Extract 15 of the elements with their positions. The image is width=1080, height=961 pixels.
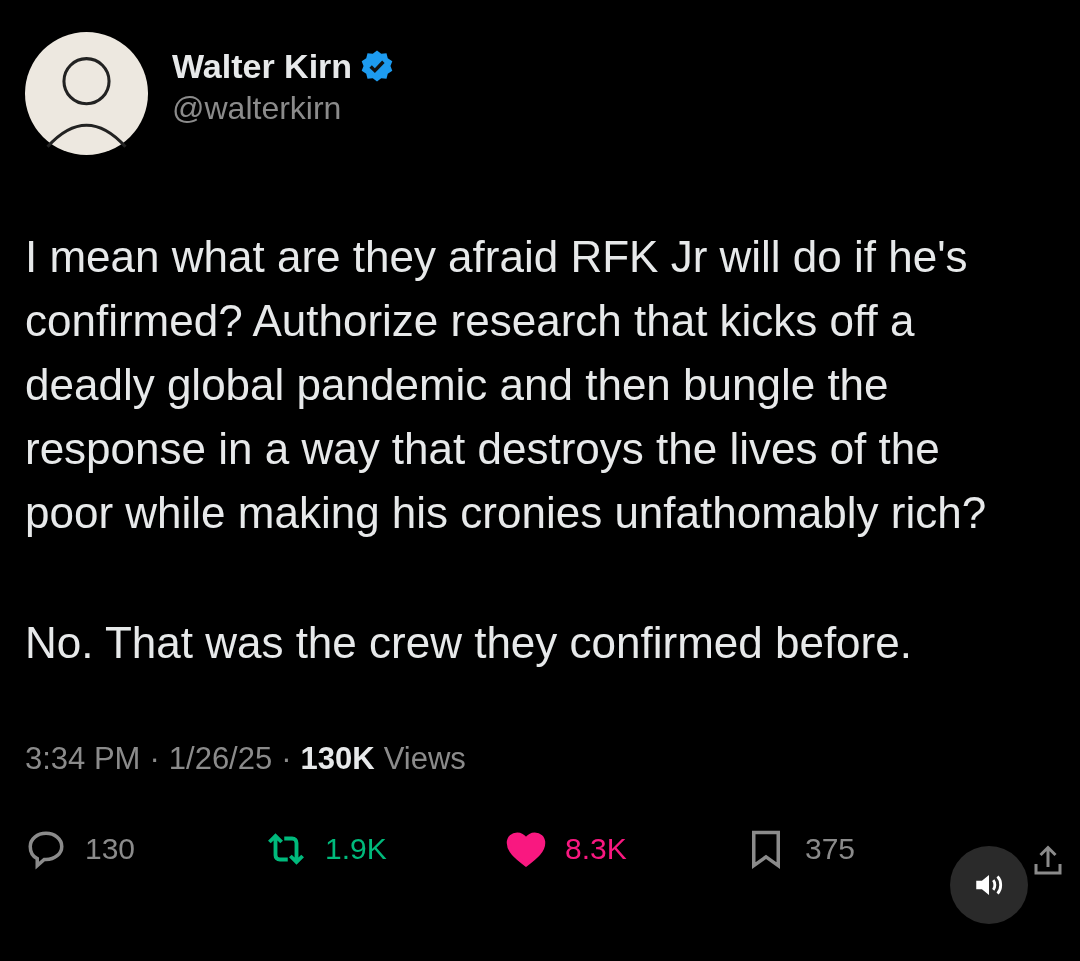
tweet-text: I mean what are they afraid RFK Jr will do if he's confirmed? Authorize research that kicks off a deadly global pandemic and then bungle the response in a way that destroys the lives of the poor while making his cronies unfathomably rich?	[25, 231, 988, 539]
author-name[interactable]: Walter Kirn	[172, 46, 353, 86]
action-count: 130	[85, 832, 136, 866]
avatar-icon[interactable]	[25, 32, 148, 155]
action-count: 1.9K	[325, 832, 387, 866]
separator-dot: ·	[281, 741, 292, 777]
views-label: Views	[383, 741, 466, 777]
post-date: 1/26/25	[168, 741, 273, 777]
post-time: 3:34 PM	[25, 741, 141, 777]
action-count: 375	[805, 832, 856, 866]
author-handle[interactable]: @walterkirn	[172, 89, 395, 127]
view-count: 130K	[300, 741, 375, 777]
action-count: 8.3K	[565, 832, 627, 866]
separator-dot: ·	[149, 741, 160, 777]
tweet-text: No. That was the crew they confirmed before.	[25, 617, 913, 669]
